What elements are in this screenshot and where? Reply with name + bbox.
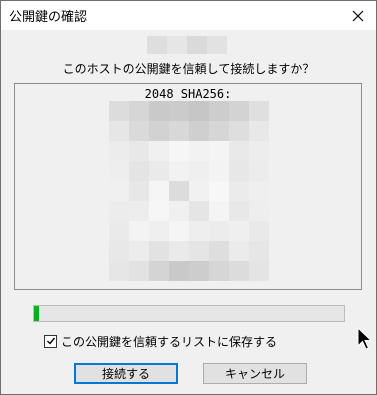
fingerprint-pixel [189,121,209,141]
fingerprint-pixel [229,141,249,161]
fingerprint-pixel [229,261,249,281]
fingerprint-pixel [209,221,229,241]
save-key-option[interactable]: この公開鍵を信頼するリストに保存する [44,333,277,349]
fingerprint-pixel [169,181,189,201]
fingerprint-pixel [129,241,149,261]
fingerprint-pixel [169,241,189,261]
fingerprint-pixel [209,261,229,281]
fingerprint-pixel [149,261,169,281]
fingerprint-label: 2048 SHA256: [144,87,232,101]
title-bar: 公開鍵の確認 [1,1,376,30]
fingerprint-pixel [249,241,269,261]
fingerprint-pixel [169,141,189,161]
fingerprint-pixel [189,181,209,201]
fingerprint-pixel [209,141,229,161]
fingerprint-pixel [109,101,129,121]
trust-question: このホストの公開鍵を信頼して接続しますか？ [62,62,315,76]
fingerprint-pixel [129,161,149,181]
fingerprint-pixel [169,121,189,141]
fingerprint-pixel [209,201,229,221]
fingerprint-pixel [169,261,189,281]
fingerprint-pixel [169,221,189,241]
fingerprint-pixel [229,241,249,261]
fingerprint-pixel [189,201,209,221]
fingerprint-pixel [129,121,149,141]
fingerprint-pixel [249,121,269,141]
fingerprint-pixel [189,221,209,241]
fingerprint-pixel [129,181,149,201]
fingerprint-pixel [229,121,249,141]
host-key-dialog: 公開鍵の確認 このホストの公開鍵を信頼して接続しますか？ 2048 SHA256… [0,0,377,395]
fingerprint-pixel [149,141,169,161]
fingerprint-pixel [249,201,269,221]
fingerprint-pixel [129,201,149,221]
fingerprint-pixel [189,241,209,261]
fingerprint-pixel [249,221,269,241]
fingerprint-pixel [149,161,169,181]
fingerprint-pixel [209,161,229,181]
fingerprint-pixel [149,241,169,261]
fingerprint-pixel [129,141,149,161]
fingerprint-pixel [129,221,149,241]
fingerprint-pixel [229,181,249,201]
fingerprint-pixel [149,221,169,241]
close-icon [352,10,364,21]
fingerprint-pixel [149,101,169,121]
fingerprint-panel: 2048 SHA256: [14,83,362,290]
fingerprint-pixel [249,261,269,281]
fingerprint-pixel [209,181,229,201]
fingerprint-randomart-redacted [109,101,269,281]
fingerprint-pixel [209,121,229,141]
fingerprint-pixel [149,181,169,201]
fingerprint-pixel [149,121,169,141]
fingerprint-pixel [109,161,129,181]
fingerprint-pixel [109,241,129,261]
fingerprint-pixel [249,161,269,181]
fingerprint-pixel [249,101,269,121]
fingerprint-pixel [109,121,129,141]
fingerprint-pixel [169,201,189,221]
connection-progress-bar [33,305,345,322]
fingerprint-pixel [229,101,249,121]
fingerprint-pixel [209,101,229,121]
fingerprint-pixel [209,241,229,261]
save-key-label: この公開鍵を信頼するリストに保存する [61,334,278,349]
window-title: 公開鍵の確認 [9,10,88,25]
fingerprint-pixel [169,161,189,181]
fingerprint-pixel [229,161,249,181]
mouse-pointer-icon [357,327,373,350]
connect-button[interactable]: 接続する [74,363,178,384]
save-key-checkbox[interactable] [44,334,57,348]
fingerprint-pixel [229,201,249,221]
progress-fill [34,306,39,321]
host-name-redacted [147,36,227,54]
fingerprint-pixel [109,201,129,221]
fingerprint-pixel [189,141,209,161]
fingerprint-pixel [249,181,269,201]
fingerprint-pixel [229,221,249,241]
close-button[interactable] [340,1,376,30]
fingerprint-pixel [109,221,129,241]
cancel-button[interactable]: キャンセル [203,363,307,384]
fingerprint-pixel [109,141,129,161]
fingerprint-pixel [129,101,149,121]
checkmark-icon [46,337,55,345]
fingerprint-pixel [129,261,149,281]
fingerprint-pixel [189,101,209,121]
fingerprint-pixel [109,261,129,281]
fingerprint-pixel [149,201,169,221]
fingerprint-pixel [249,141,269,161]
fingerprint-pixel [189,261,209,281]
fingerprint-pixel [189,161,209,181]
fingerprint-pixel [169,101,189,121]
fingerprint-pixel [109,181,129,201]
